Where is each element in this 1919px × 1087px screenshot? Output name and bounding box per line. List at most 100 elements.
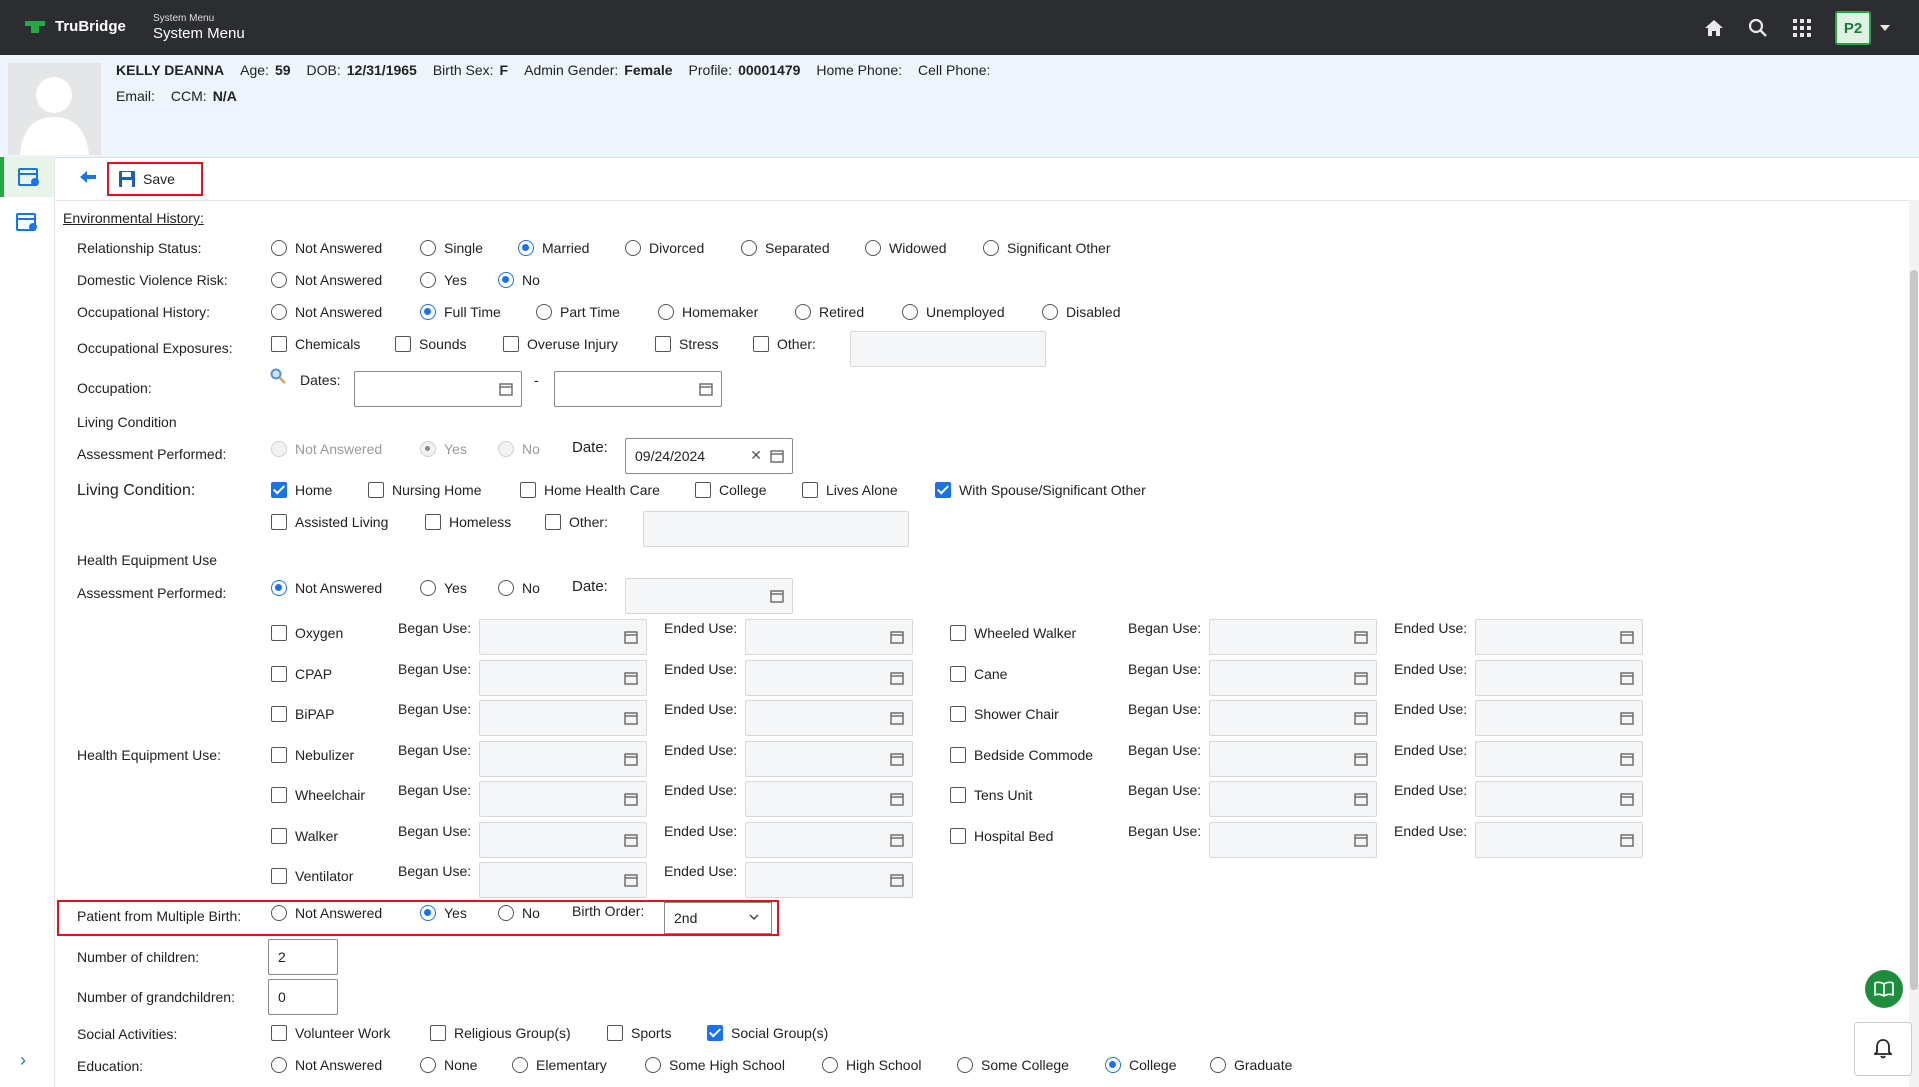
children-input[interactable]: 2 — [268, 939, 338, 975]
calendar-icon[interactable] — [624, 630, 638, 644]
wheeled-walker-began-date[interactable] — [1209, 619, 1377, 655]
calendar-icon[interactable] — [1354, 752, 1368, 766]
multiple-birth-yes[interactable]: Yes — [420, 905, 467, 921]
social-social-groups[interactable]: Social Group(s) — [707, 1025, 828, 1041]
rail-form-button-2[interactable] — [0, 202, 54, 242]
calendar-icon[interactable] — [890, 833, 904, 847]
calendar-icon[interactable] — [624, 873, 638, 887]
walker-ended-date[interactable] — [745, 822, 913, 858]
ventilator-ended-date[interactable] — [745, 862, 913, 898]
notifications-button[interactable] — [1854, 1022, 1912, 1076]
calendar-icon[interactable] — [624, 671, 638, 685]
equip-bipap[interactable]: BiPAP — [271, 706, 334, 722]
edu-graduate[interactable]: Graduate — [1210, 1057, 1292, 1073]
oxygen-ended-date[interactable] — [745, 619, 913, 655]
nebulizer-began-date[interactable] — [479, 741, 647, 777]
apps-grid-icon[interactable] — [1791, 17, 1813, 39]
clear-x-icon[interactable]: ✕ — [750, 447, 762, 464]
nebulizer-ended-date[interactable] — [745, 741, 913, 777]
equip-cane[interactable]: Cane — [950, 666, 1007, 682]
living-college[interactable]: College — [695, 482, 766, 498]
living-other[interactable]: Other: — [545, 514, 608, 530]
equip-oxygen[interactable]: Oxygen — [271, 625, 343, 641]
occ-homemaker[interactable]: Homemaker — [658, 304, 758, 320]
cpap-began-date[interactable] — [479, 660, 647, 696]
relationship-single[interactable]: Single — [420, 240, 483, 256]
wheeled-walker-ended-date[interactable] — [1475, 619, 1643, 655]
occ-disabled[interactable]: Disabled — [1042, 304, 1120, 320]
edu-elementary[interactable]: Elementary — [512, 1057, 607, 1073]
tens-unit-began-date[interactable] — [1209, 781, 1377, 817]
relationship-significant-other[interactable]: Significant Other — [983, 240, 1111, 256]
relationship-separated[interactable]: Separated — [741, 240, 830, 256]
health-date-field[interactable] — [625, 578, 793, 614]
exposure-other[interactable]: Other: — [753, 336, 816, 352]
relationship-not-answered[interactable]: Not Answered — [271, 240, 382, 256]
equip-wheelchair[interactable]: Wheelchair — [271, 787, 365, 803]
hospital-bed-ended-date[interactable] — [1475, 822, 1643, 858]
equip-shower-chair[interactable]: Shower Chair — [950, 706, 1059, 722]
domestic-no[interactable]: No — [498, 272, 540, 288]
occ-full-time[interactable]: Full Time — [420, 304, 501, 320]
living-assisted-living[interactable]: Assisted Living — [271, 514, 388, 530]
scrollbar-thumb[interactable] — [1910, 270, 1918, 990]
occupation-end-date[interactable] — [554, 371, 722, 407]
wheelchair-began-date[interactable] — [479, 781, 647, 817]
bipap-began-date[interactable] — [479, 700, 647, 736]
occupation-start-date[interactable] — [354, 371, 522, 407]
bedside-commode-began-date[interactable] — [1209, 741, 1377, 777]
cpap-ended-date[interactable] — [745, 660, 913, 696]
calendar-icon[interactable] — [1354, 792, 1368, 806]
shower-chair-began-date[interactable] — [1209, 700, 1377, 736]
equip-walker[interactable]: Walker — [271, 828, 338, 844]
bipap-ended-date[interactable] — [745, 700, 913, 736]
equip-hospital-bed[interactable]: Hospital Bed — [950, 828, 1053, 844]
exposure-stress[interactable]: Stress — [655, 336, 719, 352]
edu-none[interactable]: None — [420, 1057, 477, 1073]
calendar-icon[interactable] — [890, 630, 904, 644]
equip-wheeled-walker[interactable]: Wheeled Walker — [950, 625, 1076, 641]
calendar-icon[interactable] — [624, 833, 638, 847]
calendar-icon[interactable] — [1354, 630, 1368, 644]
calendar-icon[interactable] — [624, 792, 638, 806]
exposure-other-input[interactable] — [850, 331, 1046, 367]
calendar-icon[interactable] — [624, 711, 638, 725]
grandchildren-input[interactable]: 0 — [268, 979, 338, 1015]
hospital-bed-began-date[interactable] — [1209, 822, 1377, 858]
bedside-commode-ended-date[interactable] — [1475, 741, 1643, 777]
shower-chair-ended-date[interactable] — [1475, 700, 1643, 736]
walker-began-date[interactable] — [479, 822, 647, 858]
calendar-icon[interactable] — [1620, 752, 1634, 766]
back-arrow-icon[interactable] — [80, 170, 96, 186]
calendar-icon[interactable] — [890, 792, 904, 806]
home-icon[interactable] — [1703, 17, 1725, 39]
oxygen-began-date[interactable] — [479, 619, 647, 655]
magnifier-search-icon[interactable] — [270, 368, 286, 387]
living-date-field[interactable]: 09/24/2024 ✕ — [625, 438, 793, 474]
health-assess-no[interactable]: No — [498, 580, 540, 596]
equip-nebulizer[interactable]: Nebulizer — [271, 747, 354, 763]
occ-not-answered[interactable]: Not Answered — [271, 304, 382, 320]
wheelchair-ended-date[interactable] — [745, 781, 913, 817]
equip-bedside-commode[interactable]: Bedside Commode — [950, 747, 1093, 763]
calendar-icon[interactable] — [1354, 833, 1368, 847]
vertical-scrollbar[interactable] — [1909, 200, 1919, 1087]
exposure-overuse-injury[interactable]: Overuse Injury — [503, 336, 618, 352]
edu-high-school[interactable]: High School — [822, 1057, 922, 1073]
relationship-widowed[interactable]: Widowed — [865, 240, 947, 256]
living-home[interactable]: Home — [271, 482, 332, 498]
calendar-icon[interactable] — [1620, 711, 1634, 725]
edu-some-high-school[interactable]: Some High School — [645, 1057, 785, 1073]
brand-logo[interactable]: TruBridge — [25, 18, 126, 35]
calendar-icon[interactable] — [890, 671, 904, 685]
health-assess-not-answered[interactable]: Not Answered — [271, 580, 382, 596]
equip-tens-unit[interactable]: Tens Unit — [950, 787, 1032, 803]
calendar-icon[interactable] — [699, 382, 713, 396]
occ-part-time[interactable]: Part Time — [536, 304, 620, 320]
living-homeless[interactable]: Homeless — [425, 514, 511, 530]
exposure-chemicals[interactable]: Chemicals — [271, 336, 360, 352]
calendar-icon[interactable] — [1620, 671, 1634, 685]
ventilator-began-date[interactable] — [479, 862, 647, 898]
equip-ventilator[interactable]: Ventilator — [271, 868, 353, 884]
health-assess-yes[interactable]: Yes — [420, 580, 467, 596]
